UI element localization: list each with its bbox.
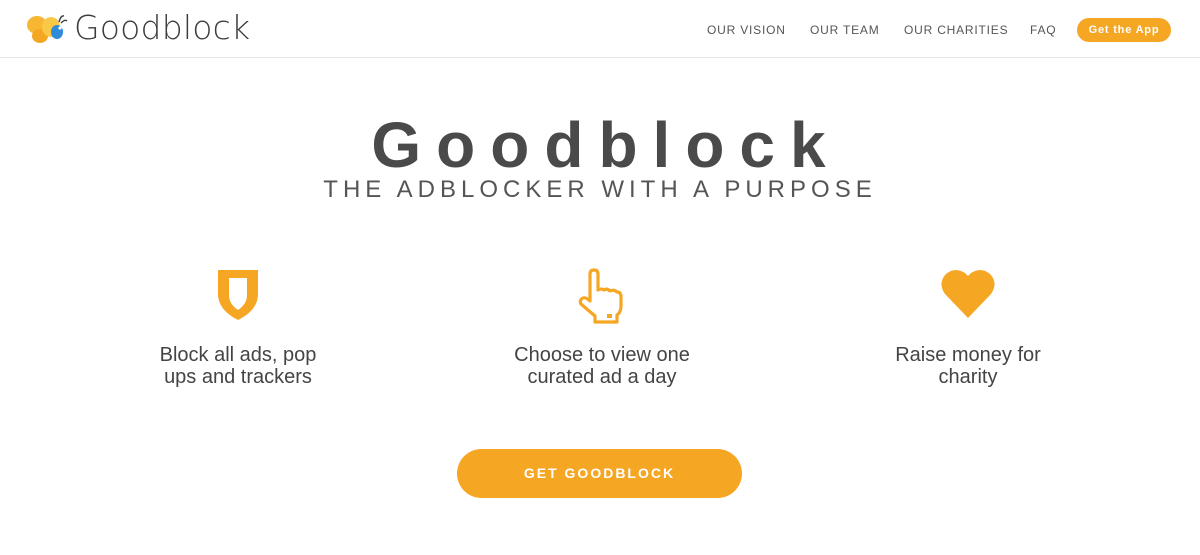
pointing-hand-icon [578, 268, 623, 324]
get-goodblock-button[interactable]: GET GOODBLOCK [457, 449, 742, 498]
feature-label: Choose to view one curated ad a day [514, 344, 690, 388]
feature-block-ads: Block all ads, pop ups and trackers [88, 268, 388, 388]
nav-our-vision[interactable]: OUR VISION [707, 18, 786, 42]
feature-raise-money: Raise money for charity [818, 268, 1118, 388]
site-header: Goodblock OUR VISION OUR TEAM OUR CHARIT… [0, 0, 1200, 58]
hero-title: Goodblock [371, 109, 841, 181]
nav-faq[interactable]: FAQ [1030, 18, 1056, 42]
shield-icon [218, 270, 258, 320]
feature-curated-ad: Choose to view one curated ad a day [452, 268, 752, 388]
hero-subtitle: THE ADBLOCKER WITH A PURPOSE [323, 176, 877, 203]
nav-our-charities[interactable]: OUR CHARITIES [904, 18, 1008, 42]
get-the-app-button[interactable]: Get the App [1077, 18, 1171, 42]
logo-text: Goodblock [74, 8, 251, 47]
butterfly-logo-icon [27, 15, 68, 43]
nav-our-team[interactable]: OUR TEAM [810, 18, 880, 42]
feature-label: Raise money for charity [895, 344, 1041, 388]
heart-icon [941, 269, 995, 318]
feature-label: Block all ads, pop ups and trackers [159, 344, 317, 388]
logo[interactable]: Goodblock [26, 8, 250, 48]
